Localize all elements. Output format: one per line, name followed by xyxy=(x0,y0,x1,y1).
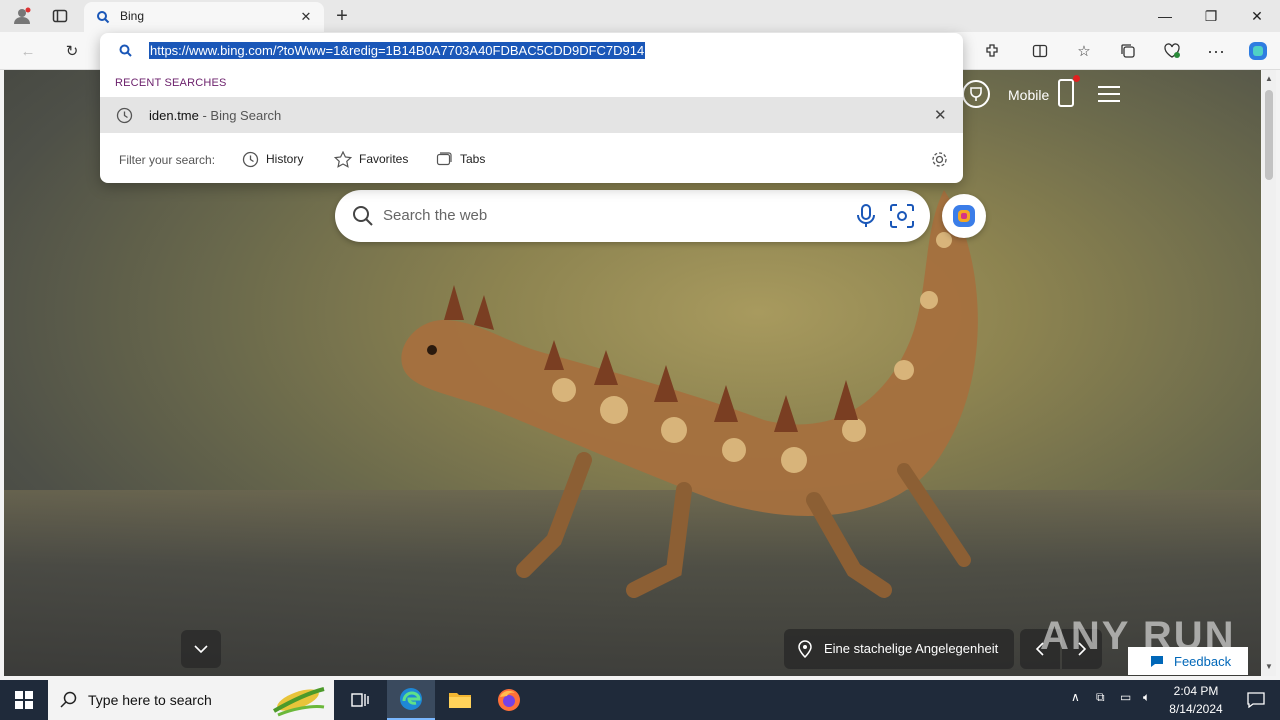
filter-favorites[interactable]: Favorites xyxy=(334,147,408,171)
start-button[interactable] xyxy=(0,680,48,720)
task-view-icon xyxy=(351,693,369,707)
copilot-sidebar-icon[interactable] xyxy=(1244,38,1272,64)
tab-actions-icon[interactable] xyxy=(46,4,74,28)
bing-search-box[interactable]: Search the web xyxy=(335,190,930,242)
address-bar-dropdown: https://www.bing.com/?toWww=1&redig=1B14… xyxy=(100,33,963,183)
firefox-icon xyxy=(498,689,520,711)
taskbar-search-input[interactable]: Type here to search xyxy=(88,692,212,708)
ethernet-icon[interactable]: ▭ xyxy=(1120,690,1131,704)
mobile-phone-icon[interactable] xyxy=(1058,75,1080,107)
history-icon xyxy=(116,107,133,124)
scroll-down-arrow-icon[interactable]: ▼ xyxy=(1265,662,1273,671)
back-icon[interactable]: ← xyxy=(14,38,42,64)
taskbar-file-explorer[interactable] xyxy=(436,680,484,720)
windows-taskbar: Type here to search ∧ ⧉ ▭ 🔈︎ 2:04 PM 8/1… xyxy=(0,680,1280,720)
filter-history[interactable]: History xyxy=(242,147,303,171)
suggestion-query: iden.tme xyxy=(149,108,199,123)
scroll-down-button[interactable] xyxy=(181,630,221,668)
recent-searches-heading: RECENT SEARCHES xyxy=(115,77,227,89)
task-view-button[interactable] xyxy=(336,680,384,720)
remove-suggestion-icon[interactable]: ✕ xyxy=(934,106,947,124)
address-input[interactable]: https://www.bing.com/?toWww=1&redig=1B14… xyxy=(149,42,646,59)
notification-icon xyxy=(1247,692,1265,708)
chevron-down-icon xyxy=(194,645,208,654)
filter-history-label: History xyxy=(266,152,304,166)
search-icon xyxy=(60,691,77,708)
split-screen-icon[interactable] xyxy=(1026,38,1054,64)
suggestion-suffix: - Bing Search xyxy=(198,108,282,123)
filter-tabs-label: Tabs xyxy=(460,152,486,166)
feedback-label: Feedback xyxy=(1174,653,1232,669)
restore-icon[interactable]: ❐ xyxy=(1188,0,1234,32)
clock-date[interactable]: 8/14/2024 xyxy=(1164,702,1228,716)
collections-icon[interactable] xyxy=(1114,38,1142,64)
bing-search-favicon-icon xyxy=(97,11,110,24)
filter-tabs[interactable]: Tabs xyxy=(436,147,485,171)
history-icon xyxy=(242,151,259,167)
microphone-icon[interactable] xyxy=(855,203,877,229)
filter-label: Filter your search: xyxy=(119,153,216,167)
refresh-icon[interactable]: ↻ xyxy=(58,38,86,64)
taskbar-firefox[interactable] xyxy=(485,680,533,720)
favorites-icon[interactable]: ☆ xyxy=(1070,38,1098,64)
tab-bing[interactable]: Bing ✕ xyxy=(84,2,324,32)
edge-icon xyxy=(400,688,422,710)
filter-favorites-label: Favorites xyxy=(359,152,409,166)
taskbar-search[interactable]: Type here to search xyxy=(48,680,334,720)
feedback-icon xyxy=(1151,656,1163,667)
image-info-button[interactable]: Eine stachelige Angelegenheit xyxy=(784,629,1014,669)
taskbar-edge[interactable] xyxy=(387,680,435,720)
corn-illustration-icon xyxy=(273,687,325,717)
mobile-link[interactable]: Mobile xyxy=(1008,87,1049,103)
search-icon xyxy=(119,44,132,57)
copilot-icon xyxy=(953,205,975,227)
location-pin-icon xyxy=(798,640,812,658)
show-hidden-icons[interactable]: ∧ xyxy=(1071,690,1080,704)
copilot-button[interactable] xyxy=(942,194,986,238)
visual-search-icon[interactable] xyxy=(889,203,915,229)
suggestion-item[interactable]: iden.tme - Bing Search ✕ xyxy=(100,97,963,133)
volume-icon[interactable]: 🔈︎ xyxy=(1143,690,1150,705)
search-input[interactable]: Search the web xyxy=(383,207,487,224)
network-status-icon[interactable]: ⧉ xyxy=(1096,690,1105,705)
folder-icon xyxy=(449,693,471,708)
new-tab-icon[interactable]: + xyxy=(330,4,354,28)
tabs-icon xyxy=(436,152,452,166)
star-icon xyxy=(334,150,352,168)
scrollbar-thumb[interactable] xyxy=(1265,90,1273,180)
windows-logo-icon xyxy=(15,691,33,709)
more-options-icon[interactable]: ··· xyxy=(1202,38,1230,64)
rewards-icon[interactable] xyxy=(962,80,990,108)
hamburger-menu-icon[interactable] xyxy=(1098,86,1120,102)
close-window-icon[interactable]: ✕ xyxy=(1234,0,1280,32)
title-bar: Bing ✕ + — ❐ ✕ xyxy=(0,0,1280,32)
image-caption: Eine stachelige Angelegenheit xyxy=(824,641,999,656)
notifications-button[interactable] xyxy=(1232,680,1280,720)
scroll-up-arrow-icon[interactable]: ▲ xyxy=(1265,74,1273,83)
search-icon xyxy=(353,206,373,226)
settings-gear-icon[interactable] xyxy=(931,151,948,168)
page-scrollbar[interactable]: ▲ ▼ xyxy=(1262,70,1276,676)
minimize-icon[interactable]: — xyxy=(1142,0,1188,32)
extensions-icon[interactable] xyxy=(978,38,1006,64)
close-tab-icon[interactable]: ✕ xyxy=(296,7,316,27)
clock-time[interactable]: 2:04 PM xyxy=(1168,684,1224,698)
feedback-button[interactable]: Feedback xyxy=(1128,647,1248,675)
profile-icon[interactable] xyxy=(8,4,36,28)
browser-essentials-icon[interactable] xyxy=(1158,38,1186,64)
tab-title: Bing xyxy=(120,9,145,23)
